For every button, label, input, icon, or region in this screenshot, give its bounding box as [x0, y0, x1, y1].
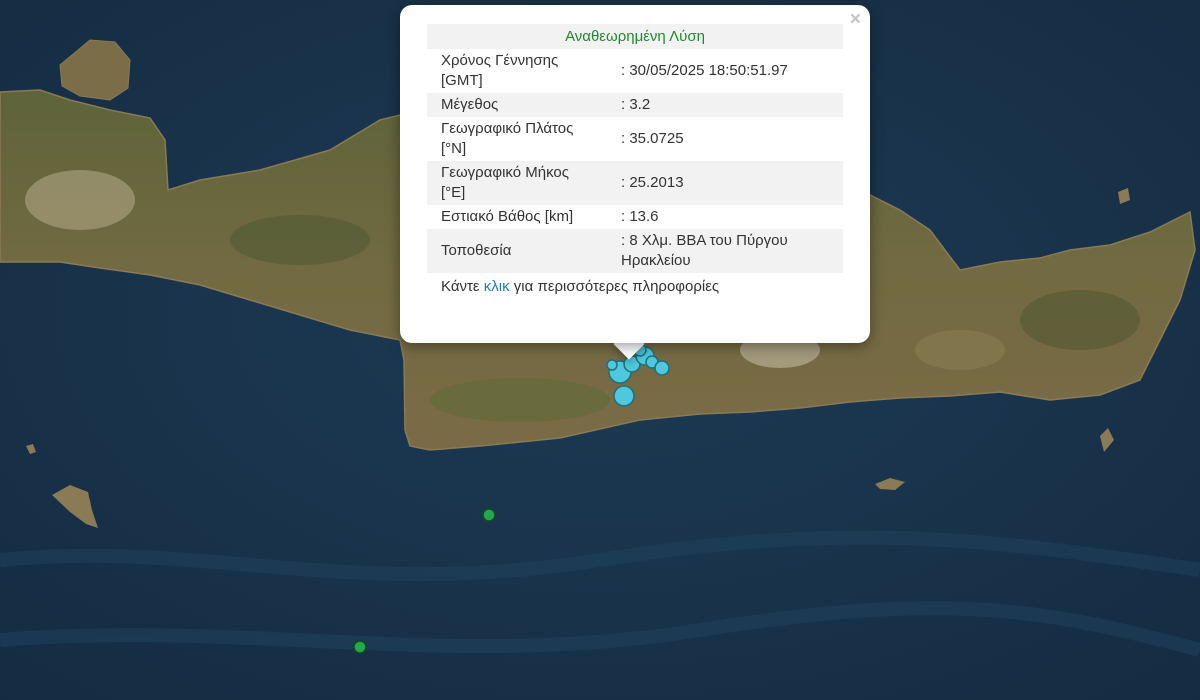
info-row-magnitude: Μέγεθος : 3.2 [427, 93, 843, 117]
more-info-suffix: για περισσότερες πληροφορίες [509, 278, 720, 295]
earthquake-marker[interactable] [613, 385, 635, 407]
earthquake-marker[interactable] [654, 360, 670, 376]
value-origin-time: : 30/05/2025 18:50:51.97 [621, 62, 788, 79]
label-longitude: Γεωγραφικό Μήκος [°E] [427, 161, 604, 205]
more-info-link[interactable]: κλικ [484, 278, 510, 295]
earthquake-marker-green[interactable] [353, 640, 367, 654]
value-depth: : 13.6 [621, 208, 659, 225]
popup-title: Αναθεωρημένη Λύση [427, 24, 843, 49]
more-info-text: Κάντε κλικ για περισσότερες πληροφορίες [427, 273, 843, 295]
earthquake-marker-green[interactable] [482, 508, 496, 522]
info-row-latitude: Γεωγραφικό Πλάτος [°N] : 35.0725 [427, 117, 843, 161]
info-row-longitude: Γεωγραφικό Μήκος [°E] : 25.2013 [427, 161, 843, 205]
info-row-depth: Εστιακό Βάθος [km] : 13.6 [427, 205, 843, 229]
close-icon[interactable]: × [850, 10, 861, 29]
value-latitude: : 35.0725 [621, 130, 684, 147]
earthquake-marker[interactable] [606, 359, 618, 371]
info-table: Αναθεωρημένη Λύση Χρόνος Γέννησης [GMT] … [427, 24, 843, 273]
info-row-location: Τοποθεσία : 8 Χλμ. ΒΒΑ του Πύργου Ηρακλε… [427, 229, 843, 273]
more-info-prefix: Κάντε [441, 278, 484, 295]
label-magnitude: Μέγεθος [427, 93, 604, 117]
label-location: Τοποθεσία [427, 229, 604, 273]
info-row-origin-time: Χρόνος Γέννησης [GMT] : 30/05/2025 18:50… [427, 49, 843, 93]
value-longitude: : 25.2013 [604, 161, 843, 205]
label-latitude: Γεωγραφικό Πλάτος [°N] [441, 120, 574, 157]
label-origin-time: Χρόνος Γέννησης [GMT] [441, 52, 559, 89]
value-location: : 8 Χλμ. ΒΒΑ του Πύργου Ηρακλείου [604, 229, 843, 273]
label-depth: Εστιακό Βάθος [km] [441, 208, 574, 225]
earthquake-info-popup: × Αναθεωρημένη Λύση Χρόνος Γέννησης [GMT… [400, 5, 870, 343]
value-magnitude: : 3.2 [604, 93, 843, 117]
